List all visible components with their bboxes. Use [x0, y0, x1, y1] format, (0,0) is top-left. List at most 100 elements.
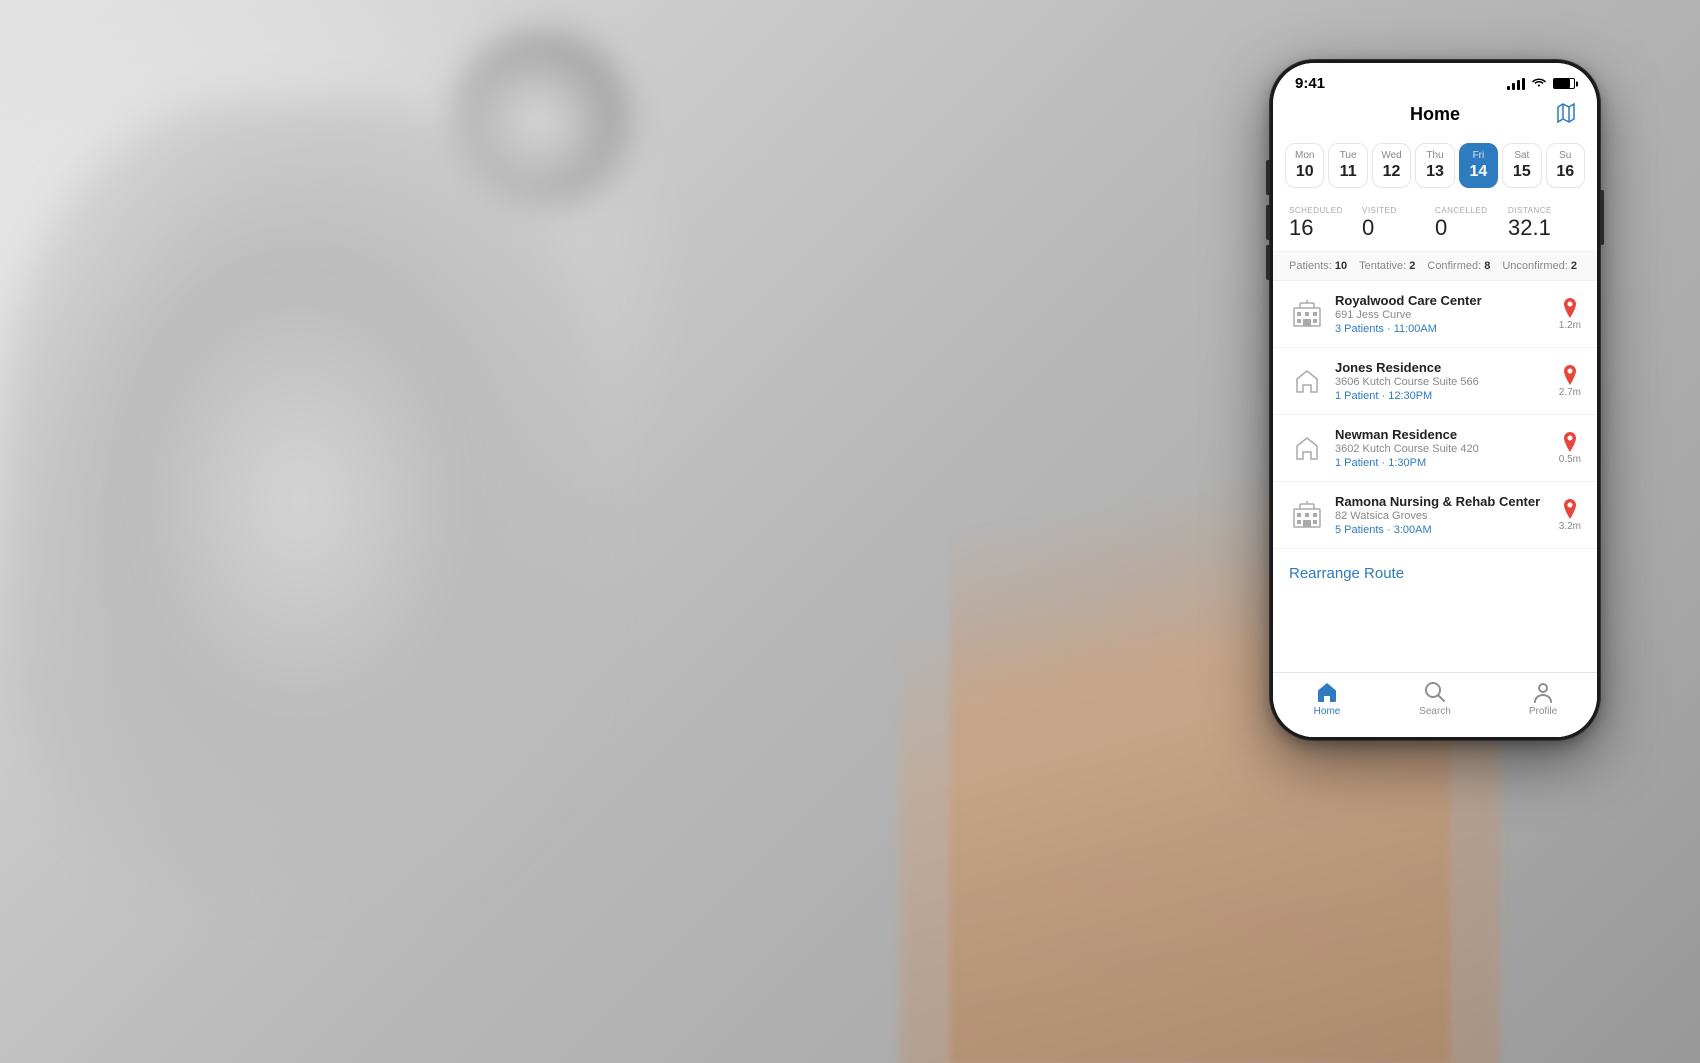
- cal-day-num: 13: [1426, 163, 1444, 181]
- rearrange-route-button[interactable]: Rearrange Route: [1273, 549, 1597, 599]
- visit-info: Ramona Nursing & Rehab Center 82 Watsica…: [1335, 494, 1551, 536]
- visit-list: Royalwood Care Center 691 Jess Curve 3 P…: [1273, 281, 1597, 549]
- visit-distance: 3.2m: [1559, 499, 1581, 532]
- profile-icon: [1532, 681, 1554, 703]
- stat-cancelled: CANCELLED 0: [1435, 206, 1508, 241]
- visit-address: 3602 Kutch Course Suite 420: [1335, 443, 1551, 455]
- stat-value: 32.1: [1508, 215, 1551, 241]
- visit-info: Newman Residence 3602 Kutch Course Suite…: [1335, 427, 1551, 469]
- visit-meta: 1 Patient · 1:30PM: [1335, 457, 1551, 469]
- cal-day-num: 15: [1513, 163, 1531, 181]
- cal-day-num: 10: [1296, 163, 1314, 181]
- stat-distance: DISTANCE 32.1: [1508, 206, 1581, 241]
- confirmed-count: Confirmed: 8: [1427, 260, 1490, 272]
- visit-name: Jones Residence: [1335, 360, 1551, 375]
- visit-name: Newman Residence: [1335, 427, 1551, 442]
- status-bar: 9:41: [1273, 63, 1597, 96]
- visit-item-2[interactable]: Jones Residence 3606 Kutch Course Suite …: [1273, 348, 1597, 415]
- tab-profile-label: Profile: [1529, 706, 1557, 717]
- distance-text: 1.2m: [1559, 320, 1581, 331]
- phone-body: 9:41: [1270, 60, 1600, 740]
- visit-name: Ramona Nursing & Rehab Center: [1335, 494, 1551, 509]
- cal-day-num: 14: [1470, 163, 1488, 181]
- tentative-count: Tentative: 2: [1359, 260, 1415, 272]
- battery-icon: [1553, 78, 1575, 89]
- cal-day-tue[interactable]: Tue 11: [1328, 143, 1367, 188]
- patients-summary-bar: Patients: 10 Tentative: 2 Confirmed: 8 U…: [1273, 252, 1597, 281]
- distance-text: 3.2m: [1559, 521, 1581, 532]
- home-icon: [1315, 681, 1339, 703]
- stat-label: SCHEDULED: [1289, 206, 1343, 215]
- tab-home[interactable]: Home: [1273, 681, 1381, 717]
- visit-info: Jones Residence 3606 Kutch Course Suite …: [1335, 360, 1551, 402]
- visit-meta: 3 Patients · 11:00AM: [1335, 323, 1551, 335]
- visit-item-4[interactable]: Ramona Nursing & Rehab Center 82 Watsica…: [1273, 482, 1597, 549]
- calendar-strip: Mon 10 Tue 11 Wed 12 Thu 13 Fri 14 Sat 1…: [1273, 135, 1597, 196]
- visit-address: 691 Jess Curve: [1335, 309, 1551, 321]
- stats-row: SCHEDULED 16 VISITED 0 CANCELLED 0 DISTA…: [1273, 196, 1597, 252]
- status-icons: [1507, 77, 1575, 91]
- tab-bar: Home Search Profile: [1273, 672, 1597, 737]
- unconfirmed-count: Unconfirmed: 2: [1502, 260, 1577, 272]
- pin-icon: [1562, 499, 1578, 519]
- house-icon: [1293, 367, 1321, 395]
- visit-distance: 0.5m: [1559, 432, 1581, 465]
- cal-day-wed[interactable]: Wed 12: [1372, 143, 1411, 188]
- app-header: Home: [1273, 96, 1597, 135]
- pin-icon: [1562, 298, 1578, 318]
- patients-count: Patients: 10: [1289, 260, 1347, 272]
- building-icon: [1292, 501, 1322, 529]
- visit-distance: 1.2m: [1559, 298, 1581, 331]
- visit-type-icon: [1289, 296, 1325, 332]
- signal-icon: [1507, 78, 1525, 90]
- pin-icon: [1562, 432, 1578, 452]
- stat-scheduled: SCHEDULED 16: [1289, 206, 1362, 241]
- visit-name: Royalwood Care Center: [1335, 293, 1551, 308]
- map-icon-button[interactable]: [1555, 102, 1577, 130]
- tab-search-label: Search: [1419, 706, 1451, 717]
- tab-home-label: Home: [1314, 706, 1341, 717]
- stat-value: 0: [1362, 215, 1374, 241]
- visit-type-icon: [1289, 363, 1325, 399]
- phone-device: 9:41: [1270, 60, 1600, 740]
- tab-search[interactable]: Search: [1381, 681, 1489, 717]
- cal-day-thu[interactable]: Thu 13: [1415, 143, 1454, 188]
- visit-meta: 5 Patients · 3:00AM: [1335, 524, 1551, 536]
- rearrange-route-label: Rearrange Route: [1289, 565, 1404, 582]
- stat-label: VISITED: [1362, 206, 1397, 215]
- cal-day-mon[interactable]: Mon 10: [1285, 143, 1324, 188]
- visit-item-1[interactable]: Royalwood Care Center 691 Jess Curve 3 P…: [1273, 281, 1597, 348]
- search-icon: [1424, 681, 1446, 703]
- distance-text: 0.5m: [1559, 454, 1581, 465]
- visit-distance: 2.7m: [1559, 365, 1581, 398]
- distance-text: 2.7m: [1559, 387, 1581, 398]
- tab-profile[interactable]: Profile: [1489, 681, 1597, 717]
- visit-info: Royalwood Care Center 691 Jess Curve 3 P…: [1335, 293, 1551, 335]
- cal-day-num: 11: [1340, 163, 1357, 181]
- visit-address: 82 Watsica Groves: [1335, 510, 1551, 522]
- stat-value: 0: [1435, 215, 1447, 241]
- visit-item-3[interactable]: Newman Residence 3602 Kutch Course Suite…: [1273, 415, 1597, 482]
- cal-day-num: 12: [1383, 163, 1401, 181]
- cal-day-name: Mon: [1295, 150, 1314, 161]
- cal-day-name: Tue: [1340, 150, 1357, 161]
- cal-day-name: Su: [1559, 150, 1571, 161]
- cal-day-name: Thu: [1426, 150, 1443, 161]
- visit-address: 3606 Kutch Course Suite 566: [1335, 376, 1551, 388]
- stat-label: CANCELLED: [1435, 206, 1488, 215]
- status-time: 9:41: [1295, 75, 1325, 92]
- wifi-icon: [1532, 77, 1546, 91]
- visit-meta: 1 Patient · 12:30PM: [1335, 390, 1551, 402]
- house-icon: [1293, 434, 1321, 462]
- phone-screen: 9:41: [1273, 63, 1597, 737]
- cal-day-name: Sat: [1514, 150, 1529, 161]
- cal-day-name: Fri: [1473, 150, 1485, 161]
- pin-icon: [1562, 365, 1578, 385]
- cal-day-sat[interactable]: Sat 15: [1502, 143, 1541, 188]
- cal-day-name: Wed: [1381, 150, 1401, 161]
- cal-day-num: 16: [1556, 163, 1574, 181]
- cal-day-fri[interactable]: Fri 14: [1459, 143, 1498, 188]
- visit-type-icon: [1289, 497, 1325, 533]
- building-icon: [1292, 300, 1322, 328]
- cal-day-su[interactable]: Su 16: [1546, 143, 1585, 188]
